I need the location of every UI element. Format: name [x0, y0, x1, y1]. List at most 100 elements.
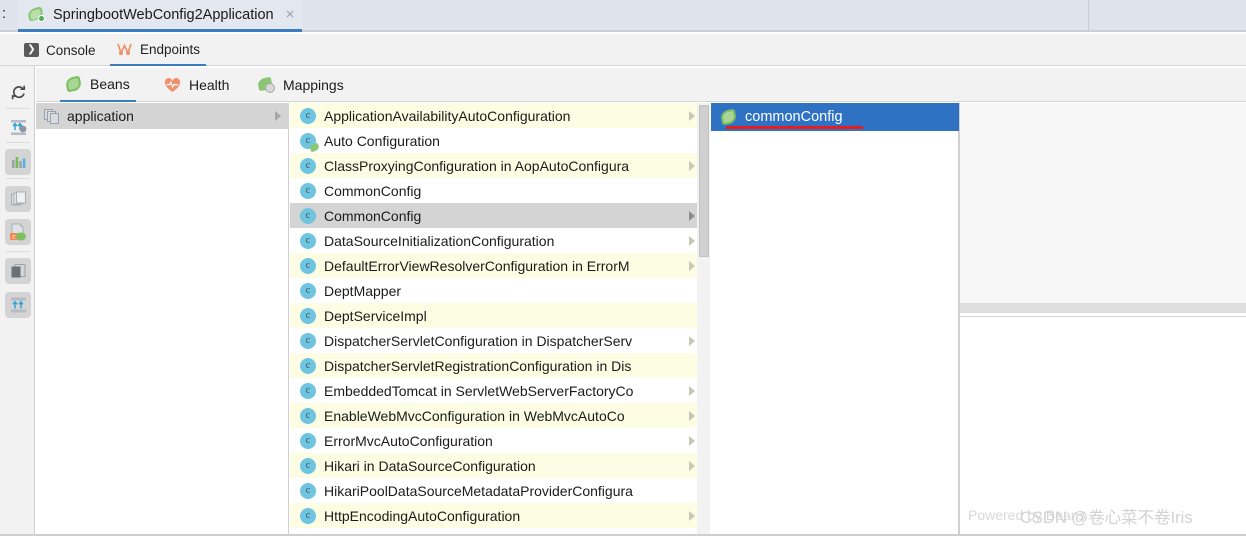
toolbar-separator — [6, 108, 30, 109]
bean-list-row[interactable]: c ClassProxyingConfiguration in AopAutoCo… — [290, 153, 709, 178]
tree-item-application[interactable]: application — [36, 103, 289, 129]
bean-list-row[interactable]: cDataSourceInitializationConfiguration — [290, 228, 709, 253]
bean-list-row-label: CommonConfig — [324, 183, 421, 199]
class-icon: c — [300, 458, 316, 474]
bean-detail-column: commonConfig — [711, 103, 959, 536]
detail-bottom-band — [960, 303, 1246, 313]
class-icon: c — [300, 483, 316, 499]
console-terminal-icon: ❯ — [24, 43, 39, 57]
bean-list-row-label: EnableWebMvcConfiguration in WebMvcAutoC… — [324, 408, 625, 424]
class-icon: c — [300, 383, 316, 399]
chevron-right-icon[interactable] — [689, 461, 695, 471]
bean-list-row[interactable]: cDeptMapper — [290, 278, 709, 303]
tab-mappings-label: Mappings — [283, 77, 344, 93]
tab-health-label: Health — [189, 77, 229, 93]
class-icon: c — [300, 183, 316, 199]
toolbar-separator — [6, 251, 30, 252]
red-annotation-underline — [726, 126, 863, 129]
chevron-right-icon[interactable] — [689, 411, 695, 421]
bean-list-row[interactable]: c CommonConfig — [290, 178, 709, 203]
tab-health[interactable]: Health — [158, 68, 235, 102]
chevron-right-icon[interactable] — [689, 436, 695, 446]
bean-list-scrollbar-thumb[interactable] — [699, 105, 709, 257]
toolbar-separator — [6, 142, 30, 143]
bean-list-row-label: DispatcherServletConfiguration in Dispat… — [324, 333, 632, 349]
chevron-right-icon[interactable] — [689, 236, 695, 246]
heart-pulse-icon — [164, 78, 181, 93]
bean-list-row-label: DefaultErrorViewResolverConfiguration in… — [324, 258, 630, 274]
tab-console[interactable]: ❯ Console — [18, 34, 102, 66]
bean-list-row[interactable]: cEnableWebMvcConfiguration in WebMvcAuto… — [290, 403, 709, 428]
bean-list-row[interactable]: c Hikari in DataSourceConfiguration — [290, 453, 709, 478]
chevron-right-icon[interactable] — [689, 211, 695, 221]
bean-list-row-label: Auto Configuration — [324, 133, 440, 149]
chevron-right-icon[interactable] — [689, 111, 695, 121]
class-icon: c — [300, 108, 316, 124]
chevron-right-icon[interactable] — [689, 261, 695, 271]
bean-list-row-label: HttpEncodingAutoConfiguration — [324, 508, 520, 524]
refresh-button[interactable] — [5, 79, 31, 105]
endpoints-graph-icon — [116, 42, 133, 56]
tabbar-prefix: : — [2, 5, 6, 22]
chevron-right-icon[interactable] — [689, 386, 695, 396]
bean-list-row[interactable]: c EmbeddedTomcat in ServletWebServerFacto… — [290, 378, 709, 403]
chevron-right-icon[interactable] — [275, 111, 281, 121]
window-tab-bar: : SpringbootWebConfig2Application × — [0, 0, 1246, 32]
csdn-watermark: CSDN @卷心菜不卷Iris — [1020, 504, 1193, 528]
bean-list-row[interactable]: c Auto Configuration — [290, 128, 709, 153]
bean-list-row-label: EmbeddedTomcat in ServletWebServerFactor… — [324, 383, 633, 399]
class-icon: c — [300, 208, 316, 224]
class-icon: c — [300, 358, 316, 374]
bean-list-row-label: ErrorMvcAutoConfiguration — [324, 433, 493, 449]
class-spring-icon: c — [300, 133, 316, 149]
bean-list-row[interactable]: cDeptServiceImpl — [290, 303, 709, 328]
bean-list-row[interactable]: c DispatcherServletConfiguration in Dispa… — [290, 328, 709, 353]
class-icon: c — [300, 258, 316, 274]
chevron-right-icon[interactable] — [689, 336, 695, 346]
bean-list-row-label: ClassProxyingConfiguration in AopAutoCon… — [324, 158, 629, 174]
bean-list-row-label: DeptServiceImpl — [324, 308, 427, 324]
bean-leaf-icon — [66, 76, 82, 92]
bean-list[interactable]: cApplicationAvailabilityAutoConfiguratio… — [290, 103, 710, 536]
bean-list-row[interactable]: cApplicationAvailabilityAutoConfiguratio… — [290, 103, 709, 128]
mappings-leaf-globe-icon — [258, 77, 275, 93]
close-icon[interactable]: × — [286, 7, 295, 22]
class-icon: c — [300, 233, 316, 249]
bean-list-row[interactable]: c HttpEncodingAutoConfiguration — [290, 503, 709, 528]
fit-content-button[interactable] — [5, 292, 31, 318]
bean-list-row[interactable]: cHikariPoolDataSourceMetadataProviderCon… — [290, 478, 709, 503]
bean-list-row[interactable]: c DefaultErrorViewResolverConfiguration i… — [290, 253, 709, 278]
class-icon: c — [300, 433, 316, 449]
class-icon: c — [300, 283, 316, 299]
chevron-right-icon[interactable] — [689, 161, 695, 171]
class-icon: c — [300, 508, 316, 524]
tabbar-divider — [1088, 0, 1089, 30]
chevron-right-icon[interactable] — [689, 511, 695, 521]
tab-endpoints-label: Endpoints — [140, 42, 200, 57]
tree-item-application-label: application — [67, 108, 134, 124]
class-icon: c — [300, 333, 316, 349]
duplicate-button[interactable] — [5, 258, 31, 284]
tab-endpoints[interactable]: Endpoints — [110, 34, 206, 66]
run-tool-subbar: ❯ Console Endpoints — [0, 34, 1246, 66]
class-icon: c — [300, 158, 316, 174]
copy-stack-button[interactable] — [5, 186, 31, 212]
bean-list-row[interactable]: c DispatcherServletRegistrationConfigurat… — [290, 353, 709, 378]
tab-mappings[interactable]: Mappings — [252, 68, 350, 102]
stacked-documents-icon — [44, 109, 59, 124]
svg-text:c: c — [12, 233, 16, 241]
tab-beans[interactable]: Beans — [60, 68, 136, 102]
expand-collapse-button[interactable] — [5, 114, 31, 140]
left-vertical-toolbar: c — [0, 66, 35, 536]
bean-info-panel: @Configuration commonConfig CommonConfig… — [960, 103, 1246, 303]
bean-leaf-icon — [721, 109, 737, 125]
bean-list-row[interactable]: c ErrorMvcAutoConfiguration — [290, 428, 709, 453]
toolbar-separator — [6, 178, 30, 179]
bar-chart-button[interactable] — [5, 149, 31, 175]
bean-list-row-label: DispatcherServletRegistrationConfigurati… — [324, 358, 631, 374]
spring-doc-button[interactable]: c — [5, 219, 31, 245]
window-tab-springboot-application[interactable]: SpringbootWebConfig2Application × — [18, 0, 302, 32]
bean-list-row-label: Hikari in DataSourceConfiguration — [324, 458, 536, 474]
bean-list-row[interactable]: cCommonConfig — [290, 203, 709, 228]
endpoints-tabstrip: Beans Health Mappings — [36, 68, 1246, 102]
